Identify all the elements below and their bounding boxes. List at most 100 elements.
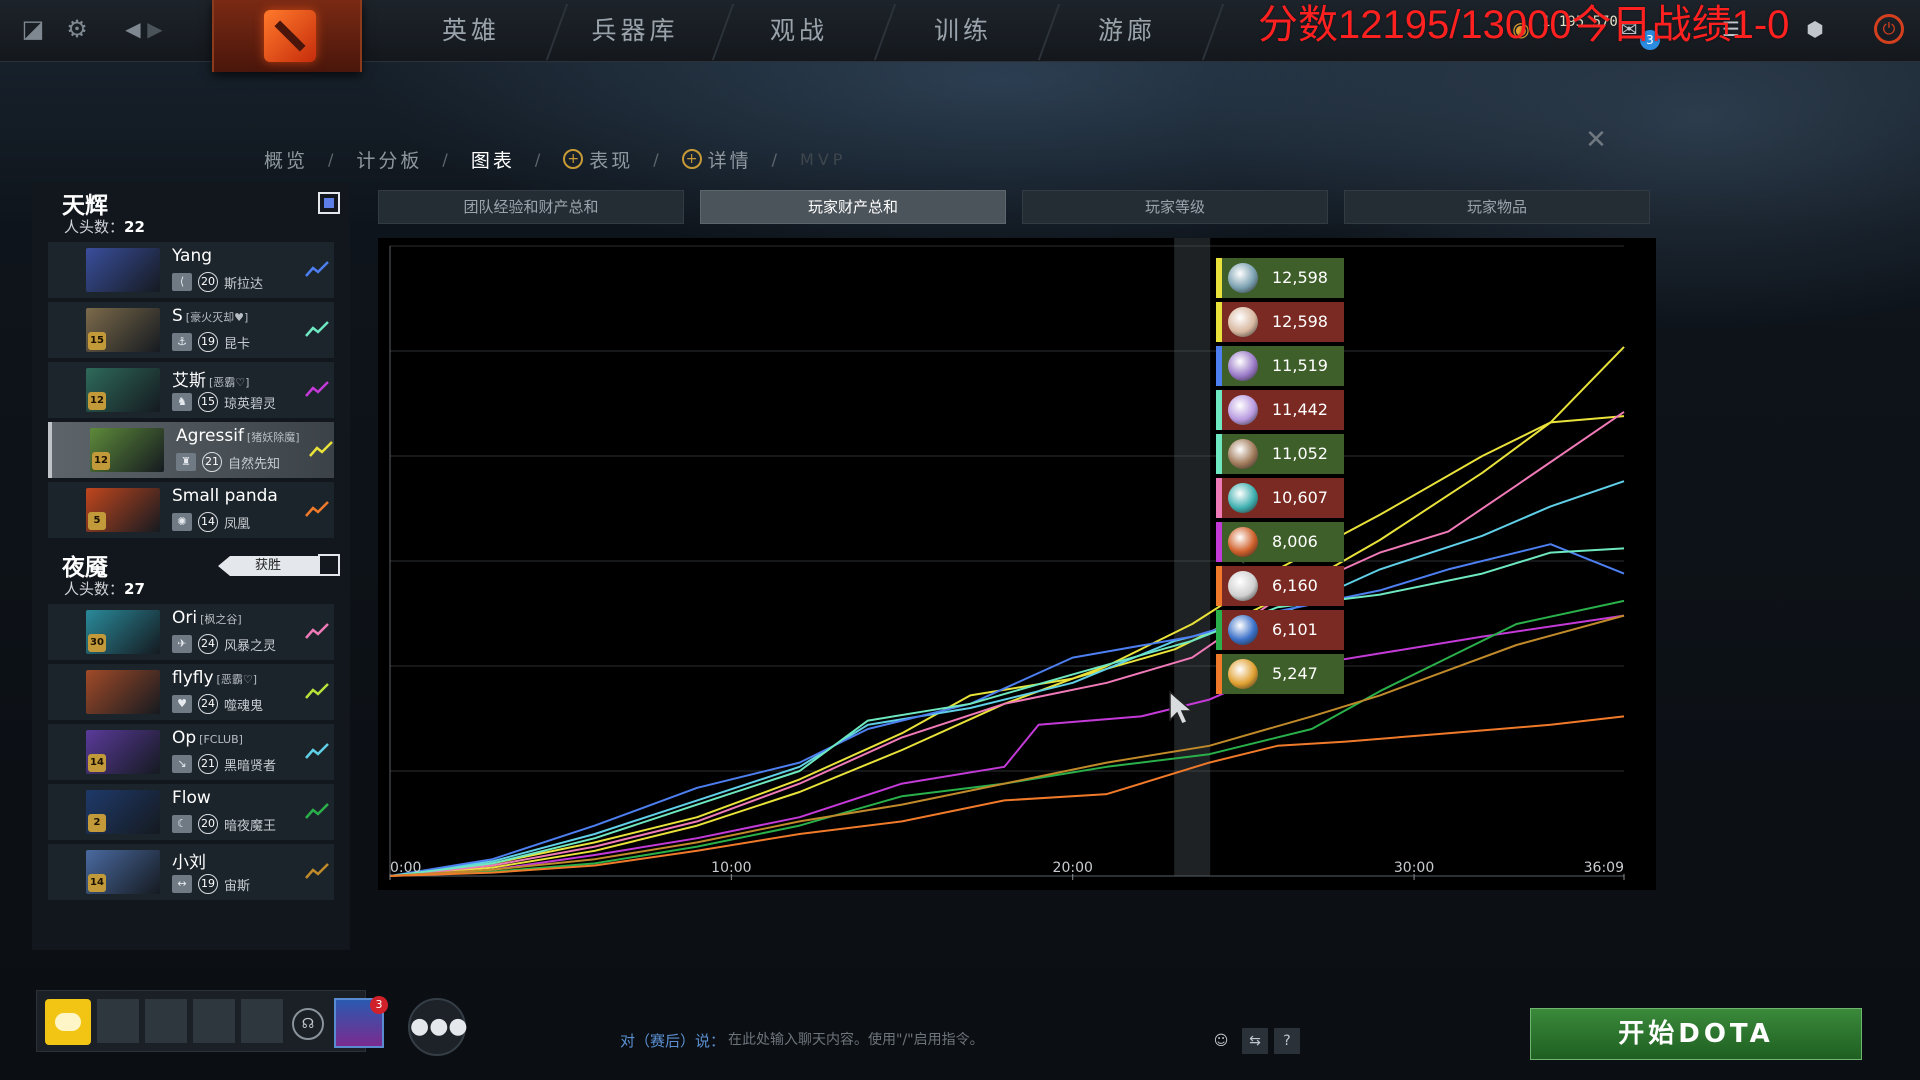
role-icon: ♞ — [172, 393, 192, 411]
graph-toggle-icon[interactable] — [304, 798, 330, 824]
nav-arcade[interactable]: 游廊 — [1052, 0, 1202, 62]
dota-logo-tab[interactable] — [212, 0, 362, 72]
graph-toggle-icon[interactable] — [304, 678, 330, 704]
stream-overlay-text: 分数12195/13000今日战绩1-0 — [1258, 3, 1790, 47]
tab-team-xp-gold[interactable]: 团队经验和财产总和 — [378, 190, 684, 224]
net-worth-value: 6,101 — [1272, 620, 1318, 639]
hover-time-band — [1174, 238, 1211, 876]
forward-arrow-icon[interactable]: ▶ — [140, 14, 170, 44]
hero-level: 15 — [198, 392, 218, 412]
battle-pass-icon[interactable]: ⬢ — [1800, 14, 1830, 44]
player-row[interactable]: flyfly [恶霸♡] ♥ 24 噬魂鬼 — [48, 664, 334, 720]
friend-notification-badge: 3 — [370, 996, 388, 1014]
hero-portrait — [86, 670, 160, 714]
player-name: 艾斯 [恶霸♡] — [172, 366, 249, 391]
player-row[interactable]: 15 S [豪火灭却♥] ⚓ 19 昆卡 — [48, 302, 334, 358]
legend-entry: 11,052 — [1216, 434, 1344, 474]
graph-toggle-icon[interactable] — [304, 618, 330, 644]
hero-portrait — [86, 248, 160, 292]
hero-level: 19 — [198, 874, 218, 894]
power-icon[interactable]: ⏻ — [1874, 14, 1904, 44]
net-worth-chart[interactable]: 0:00 10:00 20:00 30:00 36:09 — [378, 238, 1656, 890]
player-row[interactable]: Yang ⟨ 20 斯拉达 — [48, 242, 334, 298]
player-name: S [豪火灭却♥] — [172, 306, 248, 326]
hero-portrait: 12 — [86, 368, 160, 412]
tab-player-net-worth[interactable]: 玩家财产总和 — [700, 190, 1006, 224]
series-line-1 — [389, 415, 1625, 877]
kills-value: 22 — [124, 218, 145, 236]
tab-player-level[interactable]: 玩家等级 — [1022, 190, 1328, 224]
net-worth-value: 12,598 — [1272, 312, 1328, 331]
player-name-text: Small panda — [172, 486, 278, 506]
player-name-text: 艾斯 — [172, 371, 206, 391]
nav-heroes[interactable]: 英雄 — [396, 0, 546, 62]
guild-tag: [猪妖除魔] — [246, 431, 300, 444]
party-slot-empty[interactable] — [241, 999, 283, 1043]
graph-toggle-icon[interactable] — [304, 858, 330, 884]
crumb-performance[interactable]: 表现 — [589, 146, 633, 173]
voice-headset-icon[interactable]: ☊ — [292, 1008, 324, 1040]
net-worth-value: 6,160 — [1272, 576, 1318, 595]
party-slot-empty[interactable] — [193, 999, 235, 1043]
player-row[interactable]: 5 Small panda ✺ 14 凤凰 — [48, 482, 334, 538]
role-icon: ✈ — [172, 635, 192, 653]
emoticon-icon[interactable]: ☺ — [1208, 1028, 1234, 1054]
hero-level: 20 — [198, 814, 218, 834]
chat-input[interactable] — [728, 1028, 1188, 1052]
player-level-badge: 14 — [88, 874, 106, 892]
radiant-kills: 人头数：22 — [64, 216, 145, 237]
party-group-icon[interactable]: ●●● — [408, 998, 468, 1056]
player-name-text: Ori — [172, 608, 198, 628]
net-worth-value: 11,442 — [1272, 400, 1328, 419]
player-name-text: Yang — [172, 246, 213, 266]
party-slot-empty[interactable] — [97, 999, 139, 1043]
graph-toggle-icon[interactable] — [308, 436, 334, 462]
winner-badge: 获胜 — [218, 556, 318, 576]
player-row[interactable]: 30 Ori [枫之谷] ✈ 24 风暴之灵 — [48, 604, 334, 660]
chat-wheel-icon[interactable]: ⇆ — [1242, 1028, 1268, 1054]
hero-level: 24 — [198, 634, 218, 654]
crumb-scoreboard[interactable]: 计分板 — [356, 146, 422, 173]
role-icon: ↔ — [172, 875, 192, 893]
dota-logo-icon — [264, 10, 316, 62]
crumb-graphs[interactable]: 图表 — [471, 146, 515, 173]
legend-entry: 12,598 — [1216, 302, 1344, 342]
net-worth-value: 11,052 — [1272, 444, 1328, 463]
play-dota-button[interactable]: 开始DOTA — [1530, 1008, 1862, 1060]
hero-portrait: 30 — [86, 610, 160, 654]
dota-menu-icon[interactable]: ◪ — [18, 14, 48, 44]
player-row[interactable]: 2 Flow ☾ 20 暗夜魔王 — [48, 784, 334, 840]
graph-toggle-icon[interactable] — [304, 316, 330, 342]
nav-armory[interactable]: 兵器库 — [560, 0, 710, 62]
hero-name: 暗夜魔王 — [224, 819, 277, 834]
nav-watch[interactable]: 观战 — [724, 0, 874, 62]
player-row[interactable]: 14 Op [FCLUB] ↘ 21 黑暗贤者 — [48, 724, 334, 780]
close-icon[interactable]: ✕ — [1584, 127, 1608, 153]
player-row[interactable]: 14 小刘 ↔ 19 宙斯 — [48, 844, 334, 900]
hero-portrait: 12 — [90, 428, 164, 472]
graph-toggle-icon[interactable] — [304, 738, 330, 764]
net-worth-value: 5,247 — [1272, 664, 1318, 683]
series-line-7 — [389, 599, 1625, 877]
player-avatar[interactable] — [45, 999, 91, 1045]
dire-toggle-checkbox[interactable] — [318, 554, 340, 576]
player-name: Small panda — [172, 486, 281, 506]
nav-learn[interactable]: 训练 — [888, 0, 1038, 62]
net-worth-value: 11,519 — [1272, 356, 1328, 375]
player-row[interactable]: 12 艾斯 [恶霸♡] ♞ 15 琼英碧灵 — [48, 362, 334, 418]
player-level-badge: 14 — [88, 754, 106, 772]
role-icon: ✺ — [172, 513, 192, 531]
graph-toggle-icon[interactable] — [304, 496, 330, 522]
radiant-toggle-checkbox[interactable] — [318, 192, 340, 214]
crumb-overview[interactable]: 概览 — [264, 146, 308, 173]
graph-toggle-icon[interactable] — [304, 376, 330, 402]
hero-portrait: 14 — [86, 730, 160, 774]
player-row[interactable]: 12 Agressif [猪妖除魔] ♜ 21 自然先知 — [48, 422, 334, 478]
settings-gear-icon[interactable]: ⚙ — [62, 14, 92, 44]
crumb-details[interactable]: 详情 — [708, 146, 752, 173]
help-icon[interactable]: ? — [1274, 1028, 1300, 1054]
party-slot-empty[interactable] — [145, 999, 187, 1043]
graph-toggle-icon[interactable] — [304, 256, 330, 282]
player-name: Agressif [猪妖除魔] — [176, 426, 300, 446]
tab-player-items[interactable]: 玩家物品 — [1344, 190, 1650, 224]
